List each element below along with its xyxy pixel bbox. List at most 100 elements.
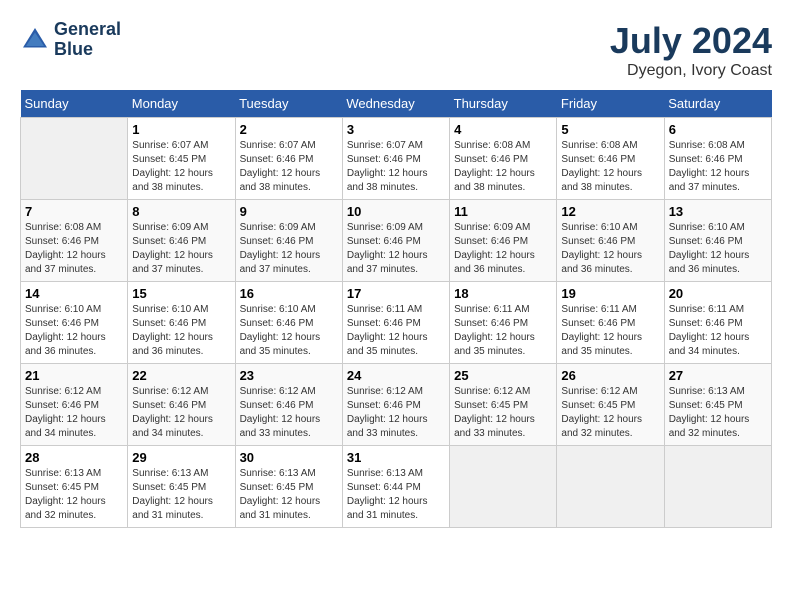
calendar-day-cell: 11Sunrise: 6:09 AMSunset: 6:46 PMDayligh…	[450, 200, 557, 282]
logo: General Blue	[20, 20, 121, 60]
day-info: Sunrise: 6:07 AMSunset: 6:46 PMDaylight:…	[240, 139, 338, 195]
day-info: Sunrise: 6:08 AMSunset: 6:46 PMDaylight:…	[561, 139, 659, 195]
day-info: Sunrise: 6:11 AMSunset: 6:46 PMDaylight:…	[561, 303, 659, 359]
logo-line1: General	[54, 20, 121, 40]
day-info: Sunrise: 6:12 AMSunset: 6:46 PMDaylight:…	[132, 385, 230, 441]
day-info: Sunrise: 6:12 AMSunset: 6:45 PMDaylight:…	[561, 385, 659, 441]
calendar-week-row: 1 Sunrise: 6:07 AMSunset: 6:45 PMDaylight…	[21, 118, 772, 200]
calendar-day-cell: 19Sunrise: 6:11 AMSunset: 6:46 PMDayligh…	[557, 282, 664, 364]
day-info: Sunrise: 6:07 AMSunset: 6:45 PMDaylight:…	[132, 139, 230, 195]
day-number: 15	[132, 286, 230, 301]
day-number: 1	[132, 122, 230, 137]
calendar-day-cell: 25 Sunrise: 6:12 AMSunset: 6:45 PMDayligh…	[450, 364, 557, 446]
calendar-day-cell: 12 Sunrise: 6:10 AMSunset: 6:46 PMDayligh…	[557, 200, 664, 282]
weekday-header: Friday	[557, 90, 664, 118]
day-number: 17	[347, 286, 445, 301]
month-year: July 2024	[610, 20, 772, 62]
day-info: Sunrise: 6:08 AMSunset: 6:46 PMDaylight:…	[454, 139, 552, 195]
day-info: Sunrise: 6:11 AMSunset: 6:46 PMDaylight:…	[347, 303, 445, 359]
day-number: 24	[347, 368, 445, 383]
day-info: Sunrise: 6:08 AMSunset: 6:46 PMDaylight:…	[669, 139, 767, 195]
calendar-day-cell: 6Sunrise: 6:08 AMSunset: 6:46 PMDaylight…	[664, 118, 771, 200]
day-number: 30	[240, 450, 338, 465]
day-number: 12	[561, 204, 659, 219]
calendar-day-cell: 20Sunrise: 6:11 AMSunset: 6:46 PMDayligh…	[664, 282, 771, 364]
day-info: Sunrise: 6:07 AMSunset: 6:46 PMDaylight:…	[347, 139, 445, 195]
weekday-header: Thursday	[450, 90, 557, 118]
calendar-day-cell: 1 Sunrise: 6:07 AMSunset: 6:45 PMDaylight…	[128, 118, 235, 200]
day-info: Sunrise: 6:09 AMSunset: 6:46 PMDaylight:…	[454, 221, 552, 277]
day-info: Sunrise: 6:12 AMSunset: 6:46 PMDaylight:…	[25, 385, 123, 441]
logo-line2: Blue	[54, 40, 121, 60]
day-number: 26	[561, 368, 659, 383]
calendar-day-cell: 23 Sunrise: 6:12 AMSunset: 6:46 PMDayligh…	[235, 364, 342, 446]
day-number: 4	[454, 122, 552, 137]
day-info: Sunrise: 6:10 AMSunset: 6:46 PMDaylight:…	[669, 221, 767, 277]
logo-text: General Blue	[54, 20, 121, 60]
page-header: General Blue July 2024 Dyegon, Ivory Coa…	[20, 20, 772, 80]
day-number: 9	[240, 204, 338, 219]
day-number: 29	[132, 450, 230, 465]
location: Dyegon, Ivory Coast	[610, 62, 772, 80]
calendar-week-row: 7Sunrise: 6:08 AMSunset: 6:46 PMDaylight…	[21, 200, 772, 282]
day-number: 21	[25, 368, 123, 383]
calendar-day-cell: 7Sunrise: 6:08 AMSunset: 6:46 PMDaylight…	[21, 200, 128, 282]
calendar-day-cell	[450, 446, 557, 528]
calendar-day-cell: 26 Sunrise: 6:12 AMSunset: 6:45 PMDayligh…	[557, 364, 664, 446]
day-info: Sunrise: 6:09 AMSunset: 6:46 PMDaylight:…	[132, 221, 230, 277]
day-info: Sunrise: 6:10 AMSunset: 6:46 PMDaylight:…	[561, 221, 659, 277]
calendar-day-cell	[664, 446, 771, 528]
logo-icon	[20, 25, 50, 55]
calendar-day-cell: 9 Sunrise: 6:09 AMSunset: 6:46 PMDaylight…	[235, 200, 342, 282]
calendar-body: 1 Sunrise: 6:07 AMSunset: 6:45 PMDaylight…	[21, 118, 772, 528]
calendar-day-cell: 15 Sunrise: 6:10 AMSunset: 6:46 PMDayligh…	[128, 282, 235, 364]
weekday-row: SundayMondayTuesdayWednesdayThursdayFrid…	[21, 90, 772, 118]
day-info: Sunrise: 6:09 AMSunset: 6:46 PMDaylight:…	[240, 221, 338, 277]
title-block: July 2024 Dyegon, Ivory Coast	[610, 20, 772, 80]
day-number: 23	[240, 368, 338, 383]
day-info: Sunrise: 6:12 AMSunset: 6:45 PMDaylight:…	[454, 385, 552, 441]
calendar-day-cell: 27Sunrise: 6:13 AMSunset: 6:45 PMDayligh…	[664, 364, 771, 446]
calendar-day-cell: 29 Sunrise: 6:13 AMSunset: 6:45 PMDayligh…	[128, 446, 235, 528]
day-info: Sunrise: 6:13 AMSunset: 6:45 PMDaylight:…	[132, 467, 230, 523]
day-info: Sunrise: 6:10 AMSunset: 6:46 PMDaylight:…	[240, 303, 338, 359]
calendar-day-cell	[21, 118, 128, 200]
day-info: Sunrise: 6:13 AMSunset: 6:45 PMDaylight:…	[25, 467, 123, 523]
calendar-day-cell: 18 Sunrise: 6:11 AMSunset: 6:46 PMDayligh…	[450, 282, 557, 364]
day-number: 20	[669, 286, 767, 301]
calendar-week-row: 14Sunrise: 6:10 AMSunset: 6:46 PMDayligh…	[21, 282, 772, 364]
calendar-day-cell: 2Sunrise: 6:07 AMSunset: 6:46 PMDaylight…	[235, 118, 342, 200]
weekday-header: Monday	[128, 90, 235, 118]
calendar-day-cell: 21 Sunrise: 6:12 AMSunset: 6:46 PMDayligh…	[21, 364, 128, 446]
day-number: 25	[454, 368, 552, 383]
weekday-header: Tuesday	[235, 90, 342, 118]
calendar-day-cell: 13Sunrise: 6:10 AMSunset: 6:46 PMDayligh…	[664, 200, 771, 282]
calendar-day-cell: 4 Sunrise: 6:08 AMSunset: 6:46 PMDaylight…	[450, 118, 557, 200]
day-info: Sunrise: 6:12 AMSunset: 6:46 PMDaylight:…	[347, 385, 445, 441]
day-number: 3	[347, 122, 445, 137]
day-info: Sunrise: 6:08 AMSunset: 6:46 PMDaylight:…	[25, 221, 123, 277]
day-info: Sunrise: 6:13 AMSunset: 6:45 PMDaylight:…	[240, 467, 338, 523]
weekday-header: Wednesday	[342, 90, 449, 118]
day-number: 31	[347, 450, 445, 465]
day-number: 16	[240, 286, 338, 301]
day-number: 18	[454, 286, 552, 301]
calendar-header: SundayMondayTuesdayWednesdayThursdayFrid…	[21, 90, 772, 118]
day-number: 28	[25, 450, 123, 465]
day-number: 22	[132, 368, 230, 383]
calendar-week-row: 21 Sunrise: 6:12 AMSunset: 6:46 PMDayligh…	[21, 364, 772, 446]
calendar-day-cell: 14Sunrise: 6:10 AMSunset: 6:46 PMDayligh…	[21, 282, 128, 364]
calendar-day-cell: 17 Sunrise: 6:11 AMSunset: 6:46 PMDayligh…	[342, 282, 449, 364]
calendar-week-row: 28 Sunrise: 6:13 AMSunset: 6:45 PMDayligh…	[21, 446, 772, 528]
day-info: Sunrise: 6:13 AMSunset: 6:45 PMDaylight:…	[669, 385, 767, 441]
calendar-day-cell: 24 Sunrise: 6:12 AMSunset: 6:46 PMDayligh…	[342, 364, 449, 446]
calendar-day-cell: 28 Sunrise: 6:13 AMSunset: 6:45 PMDayligh…	[21, 446, 128, 528]
calendar-day-cell: 3 Sunrise: 6:07 AMSunset: 6:46 PMDaylight…	[342, 118, 449, 200]
day-info: Sunrise: 6:10 AMSunset: 6:46 PMDaylight:…	[132, 303, 230, 359]
day-info: Sunrise: 6:11 AMSunset: 6:46 PMDaylight:…	[454, 303, 552, 359]
calendar-day-cell: 16 Sunrise: 6:10 AMSunset: 6:46 PMDayligh…	[235, 282, 342, 364]
calendar-day-cell: 5Sunrise: 6:08 AMSunset: 6:46 PMDaylight…	[557, 118, 664, 200]
day-info: Sunrise: 6:12 AMSunset: 6:46 PMDaylight:…	[240, 385, 338, 441]
calendar-day-cell: 10Sunrise: 6:09 AMSunset: 6:46 PMDayligh…	[342, 200, 449, 282]
calendar-day-cell: 22 Sunrise: 6:12 AMSunset: 6:46 PMDayligh…	[128, 364, 235, 446]
